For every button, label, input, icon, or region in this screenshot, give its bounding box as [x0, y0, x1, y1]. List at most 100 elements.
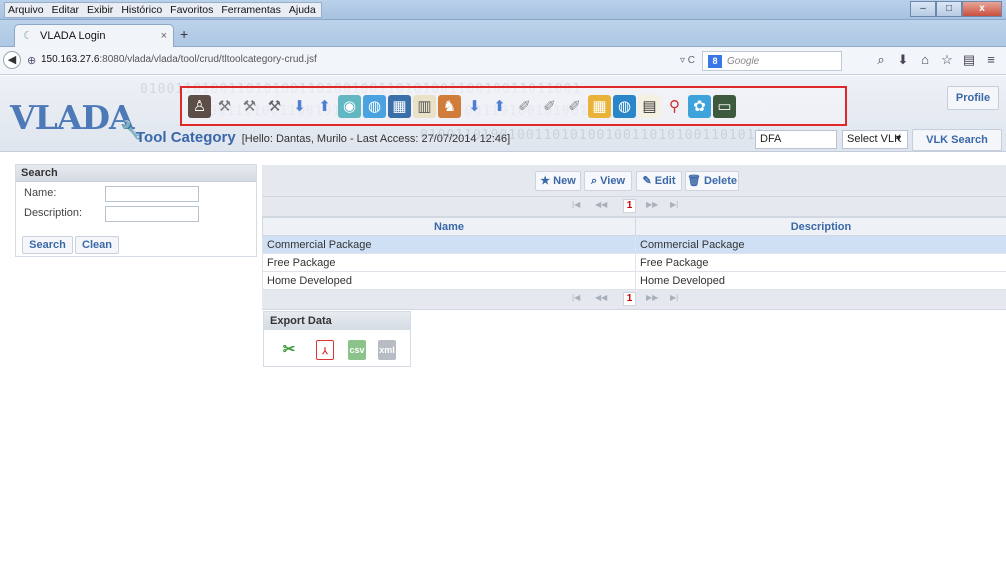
table-row[interactable]: Home Developed Home Developed — [262, 271, 1006, 290]
maximize-button[interactable]: □ — [936, 1, 962, 17]
blue-folder-icon[interactable]: ▦ — [388, 94, 411, 118]
up-arrow-icon[interactable]: ⬆ — [313, 95, 336, 118]
edit-button[interactable]: ✎ Edit — [636, 171, 682, 191]
tab-vlada-login[interactable]: ☾ VLADA Login × — [14, 24, 174, 47]
tab-strip: ☾ VLADA Login × + — [0, 20, 1006, 47]
menu-historico[interactable]: Histórico — [121, 4, 162, 16]
wrench-pair-icon[interactable]: ⚒ — [238, 95, 261, 118]
browser-toolbar-icons: ⌕ ⬇ ⌂ ☆ ▤ ≡ — [870, 52, 1002, 68]
vlada-logo[interactable]: VLADA — [10, 98, 135, 137]
down-arrow-icon[interactable]: ⬇ — [288, 95, 311, 118]
tab-close-icon[interactable]: × — [161, 30, 167, 42]
app-banner: 0100110100110101001101001001101010011001… — [0, 76, 1006, 152]
network-icon[interactable]: ✿ — [688, 94, 711, 118]
first-page-icon[interactable]: |◀ — [572, 293, 580, 302]
download-arrow-icon[interactable]: ⬇ — [463, 95, 486, 118]
bookmarks-list-icon[interactable]: ▤ — [958, 52, 980, 68]
select-vlk-dropdown[interactable]: Select VLK ▼ — [842, 130, 908, 149]
notepad-icon[interactable]: ▤ — [638, 94, 661, 118]
app-content: 0100110100110101001101001001101010011001… — [0, 76, 1006, 573]
excel-export-icon[interactable]: ✂ — [280, 340, 298, 360]
next-page-icon[interactable]: ▶▶ — [646, 200, 658, 209]
search-button[interactable]: Search — [22, 236, 73, 254]
document-scan-icon[interactable]: ▥ — [413, 94, 436, 118]
last-page-icon[interactable]: ▶| — [670, 200, 678, 209]
tools-icon[interactable]: ⚒ — [263, 95, 286, 118]
new-button[interactable]: ★ New — [535, 171, 581, 191]
back-button[interactable]: ◀ — [3, 51, 21, 69]
bookmark-star-icon[interactable]: ☆ — [936, 52, 958, 68]
laptop-icon[interactable]: ▭ — [713, 94, 736, 118]
user-tool-icon[interactable]: ♙ — [188, 94, 211, 118]
menu-favoritos[interactable]: Favoritos — [170, 4, 213, 16]
pdf-export-icon[interactable]: ⅄ — [316, 340, 334, 360]
description-input[interactable] — [105, 206, 199, 222]
address-bar[interactable]: ⊕ 150.163.27.6:8080/vlada/vlada/tool/cru… — [23, 51, 503, 71]
reload-icon[interactable]: ▿ C — [680, 55, 695, 66]
menu-exibir[interactable]: Exibir — [87, 4, 113, 16]
top-paginator: |◀ ◀◀ 1 ▶▶ ▶| — [262, 197, 1006, 217]
profile-button[interactable]: Profile — [947, 86, 999, 110]
menu-ajuda[interactable]: Ajuda — [289, 4, 316, 16]
name-input[interactable] — [105, 186, 199, 202]
window-titlebar: Arquivo Editar Exibir Histórico Favorito… — [0, 0, 1006, 20]
table-row[interactable]: Free Package Free Package — [262, 253, 1006, 272]
award-icon[interactable]: ♞ — [438, 94, 461, 118]
last-page-icon[interactable]: ▶| — [670, 293, 678, 302]
description-label: Description: — [24, 207, 83, 219]
media-disc-icon[interactable]: ◉ — [338, 94, 361, 118]
pen-tool-icon[interactable]: ✐ — [538, 95, 561, 118]
navigation-bar: ◀ ⊕ 150.163.27.6:8080/vlada/vlada/tool/c… — [0, 47, 1006, 75]
next-page-icon[interactable]: ▶▶ — [646, 293, 658, 302]
view-button[interactable]: ⌕ View — [584, 171, 632, 191]
tab-title: VLADA Login — [40, 30, 106, 42]
tool-category-table: Name Description Commercial Package Comm… — [262, 217, 1006, 290]
search-engine-icon[interactable]: 8 — [708, 55, 722, 68]
globe-tool-icon[interactable]: ◍ — [363, 94, 386, 118]
home-icon[interactable]: ⌂ — [914, 52, 936, 68]
cell-description: Free Package — [635, 253, 1006, 272]
cell-description: Home Developed — [635, 271, 1006, 290]
first-page-icon[interactable]: |◀ — [572, 200, 580, 209]
search-engine-placeholder: Google — [727, 56, 760, 67]
minimize-button[interactable]: – — [910, 1, 936, 17]
pencil-tool-icon[interactable]: ✐ — [513, 95, 536, 118]
search-icon[interactable]: ⌕ — [870, 52, 892, 68]
table-row[interactable]: Commercial Package Commercial Package — [262, 235, 1006, 254]
globe-icon: ⊕ — [27, 55, 37, 67]
chevron-down-icon: ▼ — [894, 133, 903, 143]
close-window-button[interactable]: x — [962, 1, 1002, 17]
page-number[interactable]: 1 — [623, 199, 636, 213]
menu-ferramentas[interactable]: Ferramentas — [221, 4, 281, 16]
upload-arrow-icon[interactable]: ⬆ — [488, 95, 511, 118]
delete-button[interactable]: 🗑 Delete — [685, 171, 739, 191]
actions-bar: ★ New ⌕ View ✎ Edit 🗑 Delete — [262, 165, 1006, 197]
prev-page-icon[interactable]: ◀◀ — [595, 293, 607, 302]
csv-export-icon[interactable]: csv — [348, 340, 366, 360]
edit-tool-icon[interactable]: ✐ — [563, 95, 586, 118]
menu-icon[interactable]: ≡ — [980, 52, 1002, 68]
world-icon[interactable]: ◍ — [613, 94, 636, 118]
vlk-text-field[interactable]: DFA — [755, 130, 837, 149]
web-search-box[interactable]: 8 Google — [702, 51, 842, 71]
column-header-name[interactable]: Name — [262, 217, 636, 236]
column-header-description[interactable]: Description — [635, 217, 1006, 236]
page-header: Tool Category [Hello: Dantas, Murilo - L… — [136, 129, 510, 146]
page-number[interactable]: 1 — [623, 292, 636, 306]
menu-arquivo[interactable]: Arquivo — [8, 4, 44, 16]
window-controls: – □ x — [910, 1, 1002, 17]
prev-page-icon[interactable]: ◀◀ — [595, 200, 607, 209]
menu-bar: Arquivo Editar Exibir Histórico Favorito… — [4, 2, 322, 18]
wrench-tool-icon[interactable]: ⚒ — [213, 95, 236, 118]
xml-export-icon[interactable]: xml — [378, 340, 396, 360]
grid-tool-icon[interactable]: ▦ — [588, 94, 611, 118]
menu-editar[interactable]: Editar — [52, 4, 79, 16]
vlk-search-button[interactable]: VLK Search — [912, 129, 1002, 151]
download-icon[interactable]: ⬇ — [892, 52, 914, 68]
antenna-icon[interactable]: ⚲ — [663, 95, 686, 118]
new-tab-button[interactable]: + — [180, 26, 188, 42]
user-greeting: [Hello: Dantas, Murilo - Last Access: 27… — [241, 133, 511, 145]
page-title: Tool Category — [136, 129, 236, 146]
clean-button[interactable]: Clean — [75, 236, 119, 254]
cell-name: Commercial Package — [262, 235, 636, 254]
